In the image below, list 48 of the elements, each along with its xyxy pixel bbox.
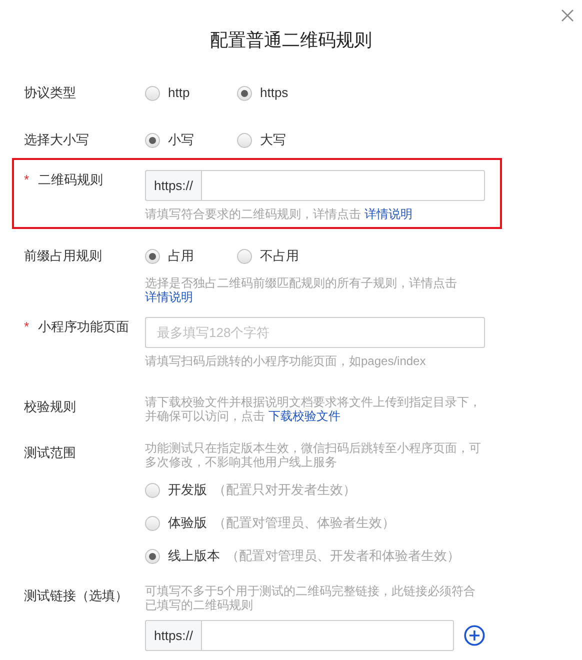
radio-option[interactable]: http xyxy=(145,83,237,103)
radio-option[interactable]: 占用 xyxy=(145,246,237,266)
input-field[interactable]: 最多填写128个字符 xyxy=(145,317,485,348)
hint-text: 请下载校验文件并根据说明文档要求将文件上传到指定目录下，并确保可以访问，点击 下载校验文件 xyxy=(145,395,482,423)
radio-option[interactable]: 不占用 xyxy=(237,246,329,266)
radio-circle[interactable] xyxy=(145,548,160,564)
field-label: 协议类型 xyxy=(24,84,76,102)
field-label: 测试范围 xyxy=(24,444,76,462)
radio-circle[interactable] xyxy=(145,86,160,100)
required-mark: * xyxy=(24,318,30,336)
radio-option[interactable]: https xyxy=(237,83,329,103)
radio-option[interactable]: 大写 xyxy=(237,130,329,150)
field-label: 选择大小写 xyxy=(24,131,89,149)
detail-link[interactable]: 详情说明 xyxy=(364,207,412,221)
hint-text: 请填写符合要求的二维码规则，详情点击 详情说明 xyxy=(145,206,414,222)
radio-option[interactable]: 体验版 xyxy=(145,513,207,533)
add-icon[interactable] xyxy=(464,624,485,647)
radio-option[interactable]: 开发版 xyxy=(145,480,207,500)
field-label: 二维码规则 xyxy=(38,171,103,189)
hint-text: 选择是否独占二维码前缀匹配规则的所有子规则，详情点击 详情说明 xyxy=(145,276,458,304)
field-label: 校验规则 xyxy=(24,398,76,416)
radio-option[interactable]: 线上版本 xyxy=(145,546,220,566)
field-label: 前缀占用规则 xyxy=(24,247,102,265)
url-prefix: https:// xyxy=(145,620,202,651)
radio-circle[interactable] xyxy=(237,132,252,148)
radio-circle[interactable] xyxy=(145,248,160,264)
input-field[interactable] xyxy=(201,170,485,201)
hint-text: 请填写扫码后跳转的小程序功能页面，如pages/index xyxy=(145,353,427,369)
option-note: （配置对管理员、开发者和体验者生效） xyxy=(226,547,460,565)
url-prefix: https:// xyxy=(145,170,202,201)
radio-circle[interactable] xyxy=(237,248,252,264)
detail-link[interactable]: 下载校验文件 xyxy=(268,409,340,423)
field-label: 测试链接（选填） xyxy=(24,587,128,605)
hint-text: 功能测试只在指定版本生效，微信扫码后跳转至小程序页面，可多次修改，不影响其他用户线上服务 xyxy=(145,441,482,469)
option-note: （配置对管理员、体验者生效） xyxy=(213,514,395,532)
radio-circle[interactable] xyxy=(237,86,252,100)
dialog-title: 配置普通二维码规则 xyxy=(210,29,372,52)
required-mark: * xyxy=(24,171,30,189)
radio-circle[interactable] xyxy=(145,482,160,498)
radio-option[interactable]: 小写 xyxy=(145,130,237,150)
radio-circle[interactable] xyxy=(145,516,160,530)
radio-circle[interactable] xyxy=(145,132,160,148)
close-icon[interactable] xyxy=(561,9,574,22)
hint-text: 可填写不多于5个用于测试的二维码完整链接，此链接必须符合已填写的二维码规则 xyxy=(145,584,477,612)
option-note: （配置只对开发者生效） xyxy=(213,481,356,499)
detail-link[interactable]: 详情说明 xyxy=(145,290,193,304)
input-field[interactable] xyxy=(201,620,454,651)
field-label: 小程序功能页面 xyxy=(38,318,129,336)
